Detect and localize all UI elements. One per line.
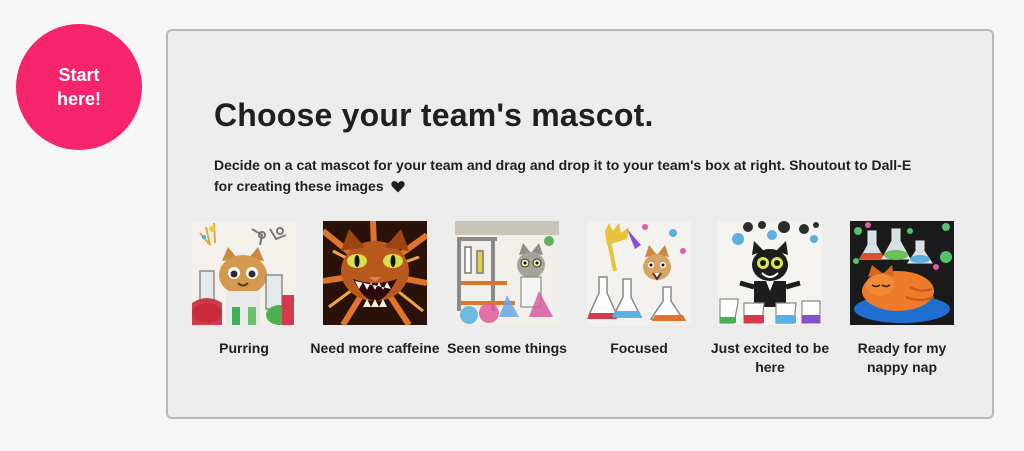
mascot-label: Ready for my nappy nap xyxy=(857,340,947,375)
mascot-image-purring xyxy=(192,221,296,325)
mascot-image-ready-for-nap xyxy=(850,221,954,325)
mascot-card-just-excited[interactable]: Just excited to be here xyxy=(705,221,835,377)
page-title: Choose your team's mascot. xyxy=(214,97,654,133)
heart-icon xyxy=(390,181,405,193)
mascot-label: Seen some things xyxy=(447,340,567,356)
mascot-label: Need more caffeine xyxy=(310,340,440,356)
mascot-card-need-more-caffeine[interactable]: Need more caffeine xyxy=(310,221,440,358)
mascot-card-focused[interactable]: Focused xyxy=(574,221,704,358)
mascot-image-just-excited xyxy=(718,221,822,325)
mascot-card-ready-for-nap[interactable]: Ready for my nappy nap xyxy=(837,221,967,377)
mascot-label: Just excited to be here xyxy=(710,340,830,375)
mascot-label: Focused xyxy=(610,340,668,356)
mascot-card-purring[interactable]: Purring xyxy=(179,221,309,358)
mascot-image-seen-some-things xyxy=(455,221,559,325)
start-here-button[interactable]: Start here! xyxy=(16,24,142,150)
mascot-card-seen-some-things[interactable]: Seen some things xyxy=(442,221,572,358)
instructions-text: Decide on a cat mascot for your team and… xyxy=(214,157,912,194)
mascot-list: Purring Need more caffeine Seen some thi… xyxy=(168,221,992,401)
mascot-image-focused xyxy=(587,221,691,325)
mascot-image-need-more-caffeine xyxy=(323,221,427,325)
mascot-panel: Choose your team's mascot. Decide on a c… xyxy=(166,29,994,419)
start-label-line1: Start xyxy=(58,65,100,85)
instructions: Decide on a cat mascot for your team and… xyxy=(214,155,914,197)
mascot-label: Purring xyxy=(219,340,269,356)
start-label-line2: here! xyxy=(56,89,101,109)
